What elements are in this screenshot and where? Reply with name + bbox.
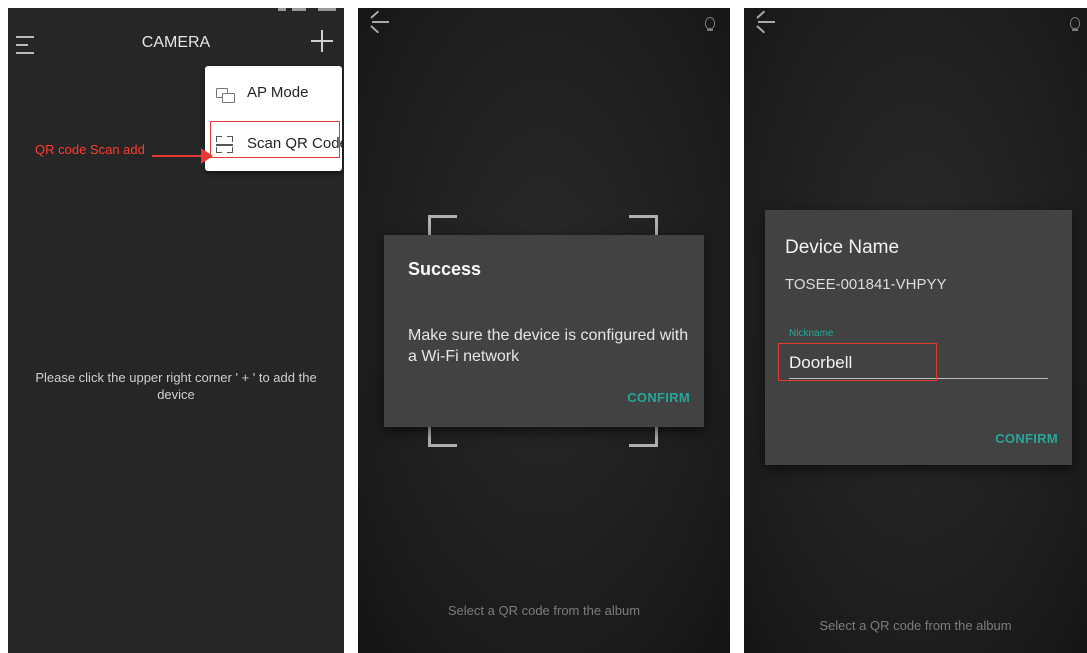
annotation-text: QR code Scan add (35, 142, 145, 157)
album-link[interactable]: Select a QR code from the album (358, 603, 730, 618)
status-bar (278, 8, 338, 12)
flashlight-icon[interactable] (1070, 17, 1080, 31)
page-title: CAMERA (141, 34, 211, 51)
back-arrow-icon[interactable] (370, 10, 390, 34)
nickname-label: Nickname (789, 328, 834, 339)
dialog-message: Make sure the device is configured with … (408, 327, 689, 365)
ap-mode-icon (216, 88, 236, 104)
album-link[interactable]: Select a QR code from the album (744, 618, 1087, 633)
device-id: TOSEE-001841-VHPYY (785, 276, 947, 293)
annotation-highlight-box (778, 343, 937, 381)
qr-scan-screen: Success Make sure the device is configur… (358, 8, 730, 653)
empty-state-hint: Please click the upper right corner ' + … (35, 370, 317, 402)
camera-list-screen: CAMERA AP Mode Scan QR Code QR code Scan… (8, 8, 344, 653)
success-dialog: Success Make sure the device is configur… (384, 235, 704, 427)
menu-item-label: AP Mode (247, 84, 309, 101)
confirm-button[interactable]: CONFIRM (995, 431, 1058, 446)
device-name-screen: Device Name TOSEE-001841-VHPYY Nickname … (744, 8, 1087, 653)
device-name-dialog: Device Name TOSEE-001841-VHPYY Nickname … (765, 210, 1072, 465)
confirm-button[interactable]: CONFIRM (627, 390, 690, 405)
back-arrow-icon[interactable] (756, 10, 776, 34)
annotation-arrow (152, 155, 206, 157)
dialog-title: Success (408, 259, 482, 279)
add-icon[interactable] (311, 30, 333, 52)
flashlight-icon[interactable] (705, 17, 715, 31)
dialog-title: Device Name (785, 237, 900, 258)
annotation-highlight-box (210, 121, 340, 158)
annotation-arrowhead (201, 148, 213, 164)
menu-item-ap-mode[interactable]: AP Mode (205, 72, 342, 116)
